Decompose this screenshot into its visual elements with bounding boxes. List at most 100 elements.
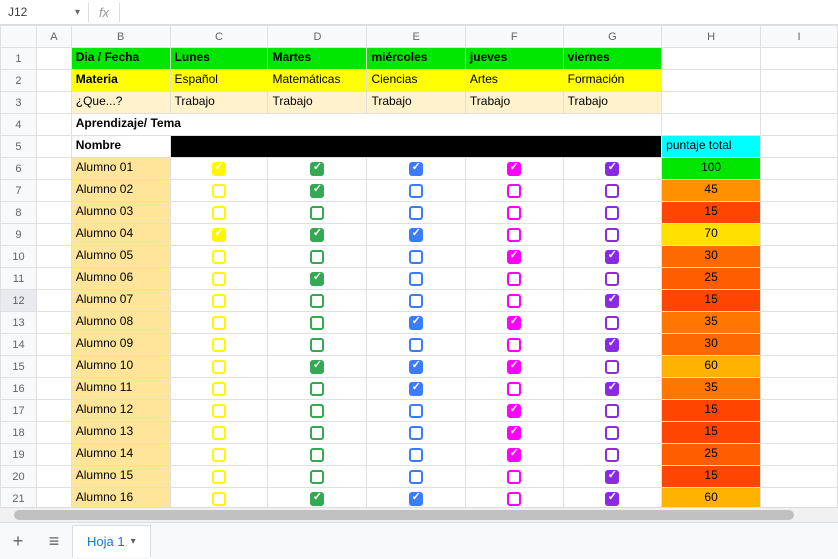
cell[interactable]: Trabajo [465,92,563,114]
checkbox-icon[interactable] [605,206,619,220]
cell[interactable]: puntaje total [662,136,761,158]
cell[interactable] [36,70,71,92]
row-header-2[interactable]: 2 [1,70,37,92]
score-cell[interactable]: 60 [662,488,761,508]
checkbox-icon[interactable] [409,294,423,308]
cell[interactable] [36,136,71,158]
score-cell[interactable]: 15 [662,202,761,224]
cell-checkbox[interactable] [563,466,661,488]
column-header-H[interactable]: H [662,26,761,48]
checkbox-icon[interactable] [310,162,324,176]
cell-checkbox[interactable] [170,356,268,378]
cell-checkbox[interactable] [367,334,465,356]
checkbox-icon[interactable] [409,448,423,462]
cell[interactable] [761,48,838,70]
checkbox-icon[interactable] [310,382,324,396]
cell[interactable]: Alumno 14 [71,444,170,466]
cell-checkbox[interactable] [170,400,268,422]
cell-checkbox[interactable] [367,488,465,508]
checkbox-icon[interactable] [212,206,226,220]
cell-checkbox[interactable] [170,224,268,246]
cell[interactable] [761,70,838,92]
cell[interactable]: Alumno 01 [71,158,170,180]
cell-checkbox[interactable] [268,158,367,180]
cell-checkbox[interactable] [268,444,367,466]
cell-checkbox[interactable] [170,202,268,224]
score-cell[interactable]: 25 [662,444,761,466]
column-header-D[interactable]: D [268,26,367,48]
cell-checkbox[interactable] [563,268,661,290]
row-header-1[interactable]: 1 [1,48,37,70]
checkbox-icon[interactable] [507,448,521,462]
cell[interactable]: Dia / Fecha [71,48,170,70]
cell-checkbox[interactable] [268,246,367,268]
cell[interactable] [36,224,71,246]
checkbox-icon[interactable] [507,470,521,484]
cell-checkbox[interactable] [465,202,563,224]
cell[interactable]: Trabajo [563,92,661,114]
checkbox-icon[interactable] [212,272,226,286]
checkbox-icon[interactable] [605,272,619,286]
checkbox-icon[interactable] [605,492,619,506]
checkbox-icon[interactable] [507,492,521,506]
cell-checkbox[interactable] [268,400,367,422]
cell[interactable] [761,268,838,290]
cell[interactable] [761,202,838,224]
cell[interactable]: Matemáticas [268,70,367,92]
checkbox-icon[interactable] [212,162,226,176]
score-cell[interactable]: 30 [662,334,761,356]
cell-checkbox[interactable] [170,334,268,356]
checkbox-icon[interactable] [310,228,324,242]
checkbox-icon[interactable] [409,228,423,242]
cell-checkbox[interactable] [367,466,465,488]
cell[interactable]: Ciencias [367,70,465,92]
row-header-11[interactable]: 11 [1,268,37,290]
checkbox-icon[interactable] [507,206,521,220]
fx-icon[interactable]: fx [88,3,120,22]
cell-checkbox[interactable] [465,334,563,356]
checkbox-icon[interactable] [507,316,521,330]
cell[interactable] [36,444,71,466]
cell[interactable]: Formación [563,70,661,92]
cell[interactable]: Martes [268,48,367,70]
cell-checkbox[interactable] [465,400,563,422]
cell[interactable] [36,246,71,268]
score-cell[interactable]: 100 [662,158,761,180]
checkbox-icon[interactable] [605,360,619,374]
row-header-10[interactable]: 10 [1,246,37,268]
checkbox-icon[interactable] [310,470,324,484]
cell[interactable] [761,158,838,180]
checkbox-icon[interactable] [212,470,226,484]
checkbox-icon[interactable] [310,426,324,440]
checkbox-icon[interactable] [605,184,619,198]
cell[interactable]: Trabajo [170,92,268,114]
row-header-12[interactable]: 12 [1,290,37,312]
cell[interactable] [761,312,838,334]
column-header-I[interactable]: I [761,26,838,48]
score-cell[interactable]: 70 [662,224,761,246]
checkbox-icon[interactable] [310,448,324,462]
cell[interactable]: jueves [465,48,563,70]
score-cell[interactable]: 25 [662,268,761,290]
cell[interactable] [36,114,71,136]
score-cell[interactable]: 35 [662,378,761,400]
row-header-13[interactable]: 13 [1,312,37,334]
cell-checkbox[interactable] [563,400,661,422]
checkbox-icon[interactable] [507,294,521,308]
cell-checkbox[interactable] [268,422,367,444]
cell-checkbox[interactable] [563,356,661,378]
cell[interactable] [761,422,838,444]
score-cell[interactable]: 45 [662,180,761,202]
cell-checkbox[interactable] [563,246,661,268]
cell[interactable] [36,312,71,334]
cell-checkbox[interactable] [563,224,661,246]
checkbox-icon[interactable] [409,382,423,396]
cell-checkbox[interactable] [367,378,465,400]
formula-input[interactable] [120,3,838,21]
cell[interactable] [761,224,838,246]
checkbox-icon[interactable] [605,316,619,330]
cell[interactable] [761,114,838,136]
checkbox-icon[interactable] [605,250,619,264]
checkbox-icon[interactable] [212,184,226,198]
checkbox-icon[interactable] [507,360,521,374]
